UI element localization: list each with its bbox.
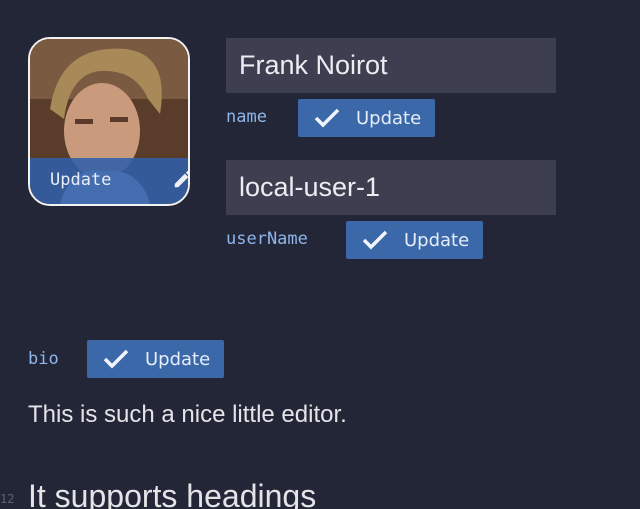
editor-paragraph[interactable]: This is such a nice little editor. [28,401,347,429]
update-username-label: Update [404,229,470,251]
update-bio-button[interactable]: Update [87,340,224,378]
check-icon [103,349,129,369]
name-label: name [226,107,267,127]
update-name-button[interactable]: Update [298,99,435,137]
line-number: 12 [0,492,15,506]
update-bio-label: Update [145,348,211,370]
username-input[interactable] [226,160,556,215]
name-input[interactable] [226,38,556,93]
check-icon [314,108,340,128]
bio-label: bio [28,349,59,369]
username-label: userName [226,229,308,249]
check-icon [362,230,388,250]
avatar-update-label: Update [50,170,112,190]
editor-heading[interactable]: It supports headings [28,478,316,509]
avatar-update-bar[interactable]: Update [30,158,188,204]
update-name-label: Update [356,107,422,129]
update-username-button[interactable]: Update [346,221,483,259]
avatar[interactable]: Update [28,37,190,206]
